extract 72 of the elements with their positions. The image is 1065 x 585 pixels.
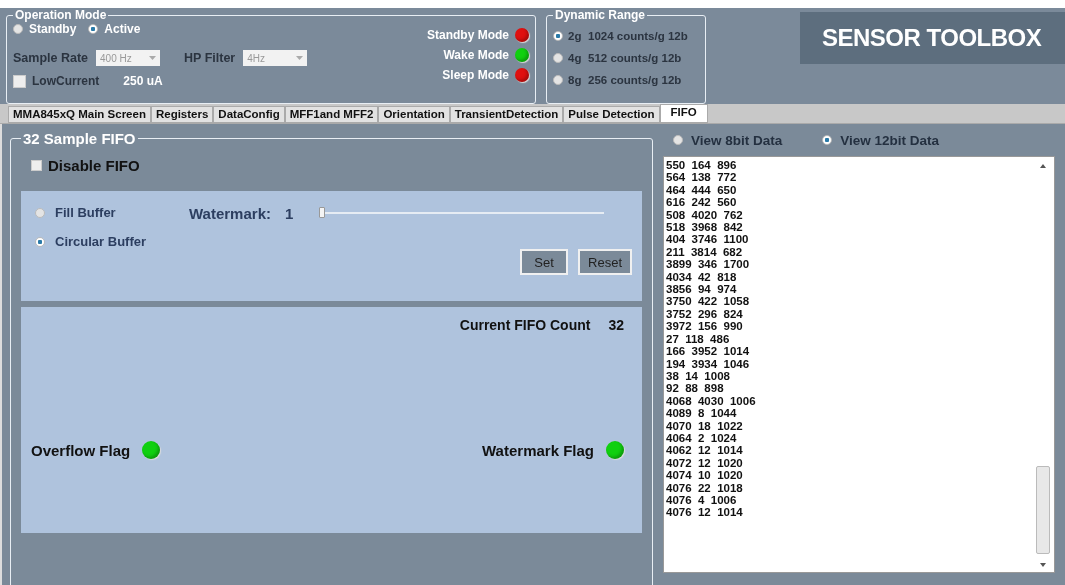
data-line: 4074 10 1020 bbox=[666, 469, 744, 482]
data-line: 3750 422 1058 bbox=[666, 295, 751, 308]
data-line: 4070 18 1022 bbox=[666, 419, 744, 432]
data-line: 194 3934 1046 bbox=[666, 357, 751, 370]
current-reading: 250 uA bbox=[123, 74, 163, 88]
field-label: HP Filter bbox=[184, 51, 236, 65]
field-label: Sample Rate bbox=[13, 51, 89, 65]
data-line: 464 444 650 bbox=[666, 183, 738, 197]
group-title: Operation Mode bbox=[14, 8, 108, 22]
scroll-down-icon[interactable] bbox=[1039, 562, 1047, 568]
data-line: 3856 94 974 bbox=[666, 283, 738, 296]
scroll-up-icon[interactable] bbox=[1039, 163, 1047, 169]
data-line: 4068 4030 1006 bbox=[666, 394, 757, 408]
data-line: 508 4020 762 bbox=[666, 208, 744, 222]
radio-button[interactable]: Fill Buffer bbox=[35, 205, 175, 220]
data-line: 4072 12 1020 bbox=[666, 456, 744, 470]
data-line: 518 3968 842 bbox=[666, 221, 744, 234]
data-line: 3972 156 990 bbox=[666, 320, 744, 333]
status-label: Standby Mode bbox=[427, 28, 509, 42]
radio-button[interactable]: Active bbox=[88, 22, 141, 36]
group-title: Dynamic Range bbox=[554, 8, 647, 22]
data-line: 38 14 1008 bbox=[666, 369, 731, 383]
data-line: 550 164 896 bbox=[666, 159, 738, 172]
radio-button[interactable]: Standby bbox=[13, 22, 77, 36]
data-line: 4076 4 1006 bbox=[666, 493, 738, 507]
status-label: Wake Mode bbox=[443, 48, 509, 62]
radio-button[interactable]: 8g 256 counts/g 12b bbox=[553, 71, 699, 88]
tab[interactable]: MFF1and MFF2 bbox=[284, 106, 379, 123]
data-line: 166 3952 1014 bbox=[666, 345, 751, 358]
tab[interactable]: DataConfig bbox=[213, 106, 285, 123]
data-line: 4076 22 1018 bbox=[666, 481, 744, 494]
data-line: 4076 12 1014 bbox=[666, 506, 744, 519]
data-line: 4034 42 818 bbox=[666, 270, 738, 284]
count-value: 32 bbox=[608, 317, 624, 333]
data-line: 616 242 560 bbox=[666, 196, 738, 209]
data-line: 4062 12 1014 bbox=[666, 444, 744, 457]
data-line: 3752 296 824 bbox=[666, 307, 744, 321]
group-title: 32 Sample FIFO bbox=[22, 130, 137, 147]
flag-label: Watermark Flag bbox=[482, 441, 594, 459]
tab[interactable]: MMA845xQ Main Screen bbox=[8, 106, 151, 123]
checkbox[interactable]: Disable FIFO bbox=[31, 157, 140, 174]
watermark-label: Watermark: bbox=[189, 205, 271, 222]
radio-button[interactable]: View 12bit Data bbox=[822, 132, 940, 148]
dropdown-arrow-icon bbox=[296, 56, 304, 60]
tab[interactable]: Registers bbox=[150, 106, 214, 123]
status-label: Sleep Mode bbox=[442, 68, 509, 82]
action-button[interactable]: Set bbox=[520, 249, 569, 275]
data-line: 92 88 898 bbox=[666, 382, 725, 395]
data-line: 4089 8 1044 bbox=[666, 407, 738, 420]
data-text-area[interactable] bbox=[663, 156, 1055, 573]
radio-button[interactable]: Circular Buffer bbox=[35, 234, 175, 249]
data-line: 3899 346 1700 bbox=[666, 258, 751, 271]
tab[interactable]: Orientation bbox=[378, 106, 450, 123]
radio-button[interactable]: 4g 512 counts/g 12b bbox=[553, 49, 699, 66]
count-label: Current FIFO Count bbox=[459, 317, 591, 333]
scrollbar-thumb[interactable] bbox=[1036, 466, 1050, 554]
data-line: 27 118 486 bbox=[666, 332, 731, 346]
tab[interactable]: FIFO bbox=[659, 104, 708, 123]
data-line: 4064 2 1024 bbox=[666, 431, 738, 445]
data-line: 404 3746 1100 bbox=[666, 233, 750, 246]
action-button[interactable]: Reset bbox=[578, 249, 632, 275]
dropdown-arrow-icon bbox=[149, 56, 157, 60]
data-line: 211 3814 682 bbox=[666, 245, 744, 259]
radio-button[interactable]: View 8bit Data bbox=[673, 132, 783, 148]
data-line: 564 138 772 bbox=[666, 171, 738, 184]
tab[interactable]: TransientDetection bbox=[449, 106, 564, 123]
slider-thumb[interactable] bbox=[319, 207, 326, 218]
watermark-value: 1 bbox=[285, 205, 294, 222]
radio-button[interactable]: 2g 1024 counts/g 12b bbox=[553, 27, 699, 44]
tab[interactable]: Pulse Detection bbox=[563, 106, 660, 123]
flag-label: Overflow Flag bbox=[31, 441, 131, 459]
banner: SENSOR TOOLBOX bbox=[800, 12, 1065, 64]
